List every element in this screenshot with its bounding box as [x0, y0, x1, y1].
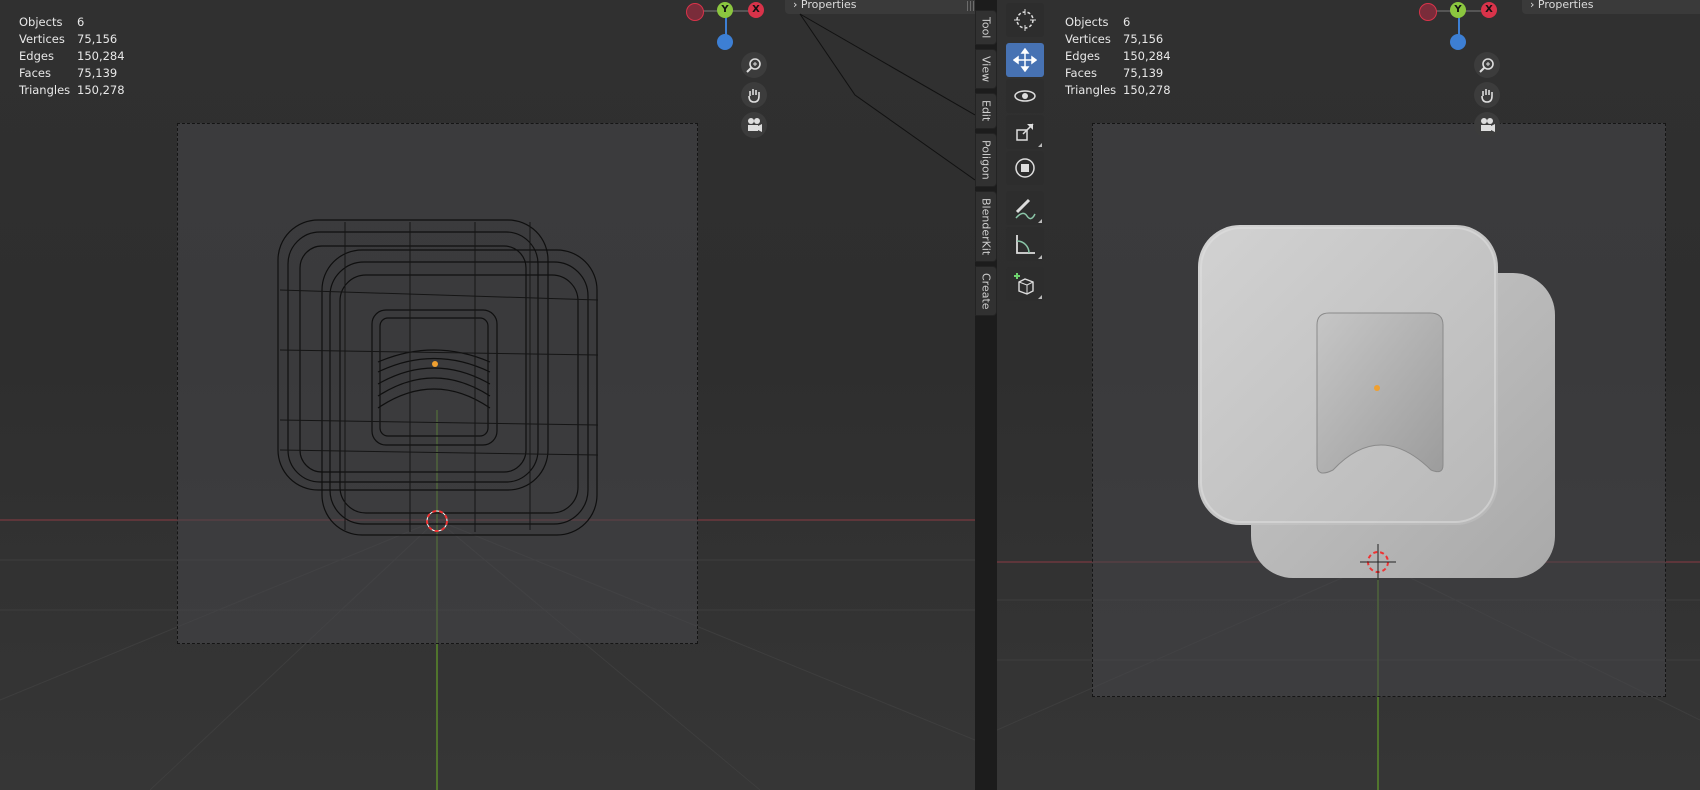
camera-icon: [1481, 118, 1495, 132]
gizmo-z-axis[interactable]: [1450, 34, 1466, 50]
ruler-icon: [1016, 235, 1035, 254]
shaded-mesh: [1198, 225, 1555, 580]
tab-tool[interactable]: Tool: [975, 10, 997, 46]
stat-triangles: Triangles 150,278: [1065, 83, 1171, 97]
measure-tool[interactable]: [1006, 227, 1044, 261]
pencil-icon: [1015, 198, 1036, 220]
hand-icon: [1481, 89, 1493, 103]
move-tool[interactable]: [1006, 43, 1044, 77]
camera-view-button[interactable]: [1474, 112, 1500, 138]
zoom-icon: [1479, 58, 1494, 73]
stat-faces: Faces 75,139: [1065, 66, 1164, 80]
move-icon: [1013, 48, 1037, 72]
rotate-icon: [1014, 90, 1036, 102]
object-origin: [1374, 385, 1380, 391]
sidebar-tabs: Tool View Edit Poligon BlenderKit Create: [975, 10, 997, 320]
gizmo-y-axis[interactable]: Y: [1450, 2, 1466, 18]
add-cube-tool[interactable]: [1006, 267, 1044, 301]
annotation-lines: [799, 13, 975, 181]
chevron-right-icon: ›: [1530, 0, 1538, 11]
viewport-right[interactable]: Objects 6 Vertices 75,156 Edges 150,284 Fac…: [997, 0, 1700, 790]
gizmo-x-axis[interactable]: X: [1481, 2, 1497, 18]
tab-create[interactable]: Create: [975, 265, 997, 317]
scene-statistics: Objects 6 Vertices 75,156 Edges 150,284 Fac…: [1065, 14, 1171, 99]
zoom-button[interactable]: [1474, 52, 1500, 78]
transform-icon: [1015, 158, 1035, 178]
stat-objects: Objects 6: [1065, 15, 1131, 29]
tab-poligon[interactable]: Poligon: [975, 132, 997, 187]
tab-edit[interactable]: Edit: [975, 93, 997, 129]
properties-panel-header[interactable]: › Properties: [1522, 0, 1700, 14]
cursor-icon: [1014, 9, 1036, 31]
transform-tool[interactable]: [1006, 151, 1044, 185]
viewport-left[interactable]: Objects 6 Vertices 75,156 Edges 150,284 Fac…: [0, 0, 975, 790]
cursor-tool[interactable]: [1006, 3, 1044, 37]
stat-edges: Edges 150,284: [1065, 49, 1171, 63]
rotate-tool[interactable]: [1006, 79, 1044, 113]
tab-view[interactable]: View: [975, 49, 997, 90]
tab-blenderkit[interactable]: BlenderKit: [975, 190, 997, 262]
gizmo-neg-x[interactable]: [1419, 3, 1437, 21]
scale-icon: [1016, 123, 1034, 141]
pan-button[interactable]: [1474, 82, 1500, 108]
stat-vertices: Vertices 75,156: [1065, 32, 1164, 46]
add-cube-icon: [1014, 273, 1034, 295]
annotate-tool[interactable]: [1006, 191, 1044, 225]
scale-tool[interactable]: [1006, 115, 1044, 149]
